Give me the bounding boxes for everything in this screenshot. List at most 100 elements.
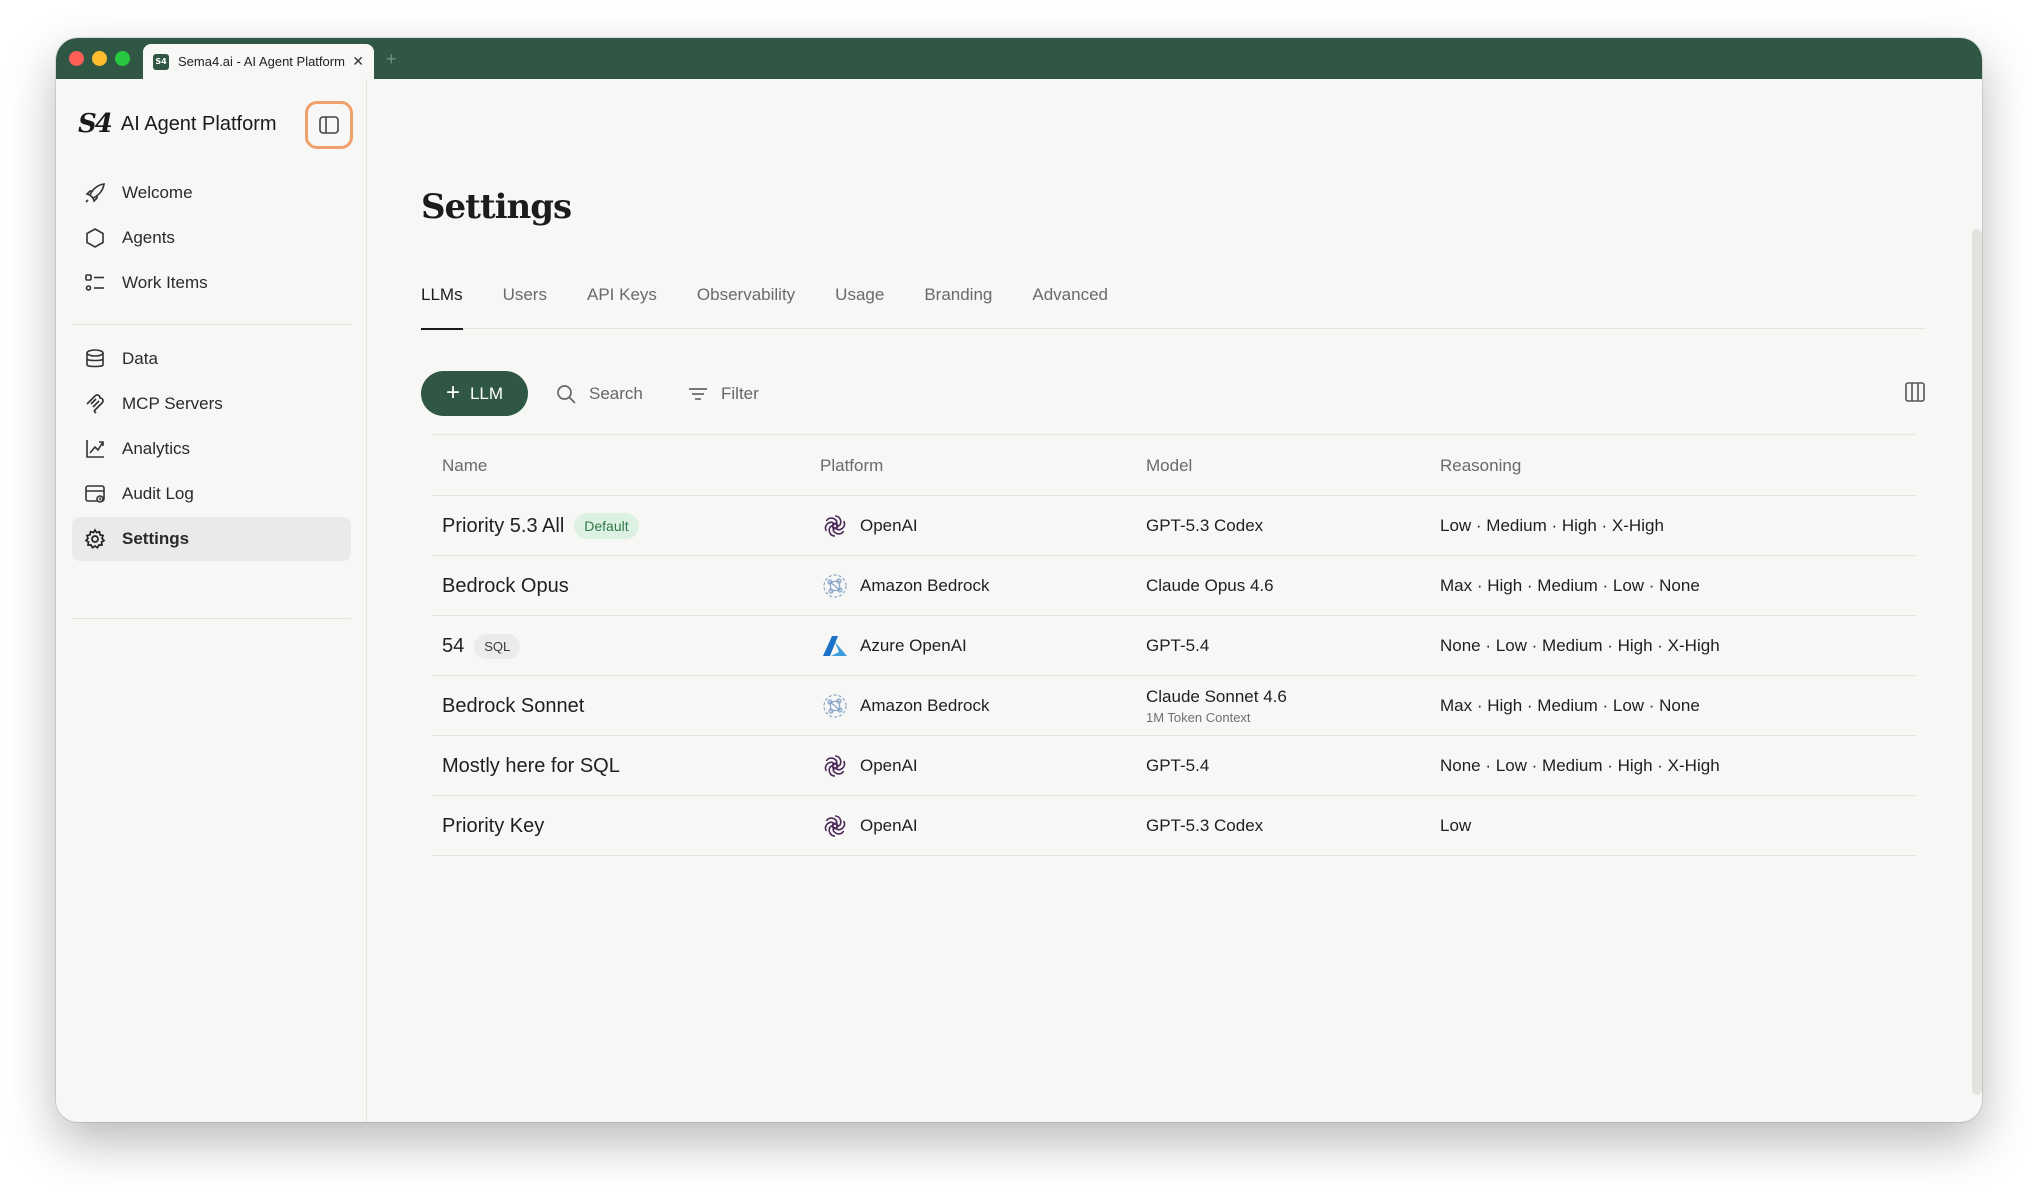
close-window-button[interactable]	[69, 51, 84, 66]
favicon-icon: S4	[153, 53, 169, 70]
hexagon-icon	[84, 227, 106, 249]
add-llm-button[interactable]: + LLM	[421, 371, 528, 416]
platform-name: Amazon Bedrock	[860, 696, 990, 715]
model-name: GPT-5.3 Codex	[1146, 816, 1264, 835]
tab-observability[interactable]: Observability	[697, 285, 795, 329]
table-row[interactable]: Bedrock Opus Amazon Bedrock Claude Opus …	[432, 556, 1916, 616]
sidebar-item-label: Analytics	[122, 439, 191, 458]
table-row[interactable]: Priority 5.3 All Default OpenAI GPT-5.3 …	[432, 496, 1916, 556]
sidebar-item-label: Welcome	[122, 183, 193, 202]
nav-group-secondary: Data MCP Servers Analytics Audit Log Set…	[72, 337, 351, 562]
search-button[interactable]: Search	[555, 371, 643, 416]
filter-label: Filter	[721, 383, 759, 403]
brand[interactable]: S4 AI Agent Platform	[78, 109, 277, 139]
sidebar: S4 AI Agent Platform Welcome Agents Work…	[56, 79, 367, 1122]
nav-divider	[72, 618, 351, 619]
llm-name: Bedrock Opus	[442, 574, 569, 597]
row-name-cell: Mostly here for SQL	[442, 736, 620, 796]
browser-titlebar: S4 Sema4.ai - AI Agent Platform ✕ +	[56, 38, 1982, 79]
sidebar-item-label: Audit Log	[122, 484, 194, 503]
row-platform-cell: OpenAI	[820, 796, 918, 856]
llm-table: Name Platform Model Reasoning Priority 5…	[432, 434, 1916, 856]
amazon-bedrock-icon	[820, 571, 850, 601]
tab-branding[interactable]: Branding	[924, 285, 992, 329]
table-toolbar: + LLM Search Filter	[421, 371, 1926, 417]
row-reasoning-cell: None · Low · Medium · High · X-High	[1440, 636, 1720, 655]
new-tab-button[interactable]: +	[386, 49, 397, 70]
page-title: Settings	[421, 187, 572, 227]
row-model-cell: Claude Opus 4.6	[1146, 556, 1274, 616]
row-platform-cell: OpenAI	[820, 496, 918, 556]
amazon-bedrock-icon	[820, 691, 850, 721]
row-model-cell: GPT-5.4	[1146, 736, 1209, 796]
list-icon	[84, 272, 106, 294]
mcp-icon	[84, 393, 106, 415]
sidebar-item-work-items[interactable]: Work Items	[72, 261, 351, 305]
settings-tabs: LLMs Users API Keys Observability Usage …	[421, 285, 1926, 330]
row-reasoning-cell: Max · High · Medium · Low · None	[1440, 696, 1700, 715]
database-icon	[84, 348, 106, 370]
columns-button[interactable]	[1904, 381, 1926, 408]
tab-users[interactable]: Users	[503, 285, 547, 329]
sidebar-item-label: Work Items	[122, 273, 208, 292]
browser-tab[interactable]: S4 Sema4.ai - AI Agent Platform ✕	[143, 44, 374, 79]
table-row[interactable]: 54 SQL Azure OpenAI GPT-5.4 None · Low ·…	[432, 616, 1916, 676]
gear-icon	[84, 528, 106, 550]
row-name-cell: Bedrock Sonnet	[442, 676, 584, 736]
sidebar-item-analytics[interactable]: Analytics	[72, 427, 351, 471]
maximize-window-button[interactable]	[115, 51, 130, 66]
header-reasoning[interactable]: Reasoning	[1440, 456, 1521, 476]
header-platform[interactable]: Platform	[820, 456, 883, 476]
audit-icon	[84, 483, 106, 505]
row-platform-cell: Amazon Bedrock	[820, 676, 989, 736]
filter-button[interactable]: Filter	[687, 371, 759, 416]
row-model-cell: GPT-5.3 Codex	[1146, 796, 1263, 856]
tab-close-icon[interactable]: ✕	[352, 53, 364, 70]
tab-advanced[interactable]: Advanced	[1032, 285, 1108, 329]
sidebar-item-welcome[interactable]: Welcome	[72, 171, 351, 215]
rocket-icon	[84, 182, 106, 204]
header-model[interactable]: Model	[1146, 456, 1192, 476]
header-name[interactable]: Name	[442, 456, 487, 476]
nav-divider	[72, 324, 351, 325]
llm-name: Mostly here for SQL	[442, 754, 620, 777]
sql-badge: SQL	[474, 633, 521, 659]
brand-logo: S4	[78, 109, 113, 139]
tab-api-keys[interactable]: API Keys	[587, 285, 657, 329]
sidebar-item-audit-log[interactable]: Audit Log	[72, 472, 351, 516]
model-name: GPT-5.3 Codex	[1146, 516, 1264, 535]
platform-name: Azure OpenAI	[860, 636, 967, 655]
minimize-window-button[interactable]	[92, 51, 107, 66]
row-name-cell: Priority 5.3 All Default	[442, 496, 639, 556]
model-name: Claude Opus 4.6	[1146, 576, 1274, 595]
add-llm-label: LLM	[469, 383, 504, 403]
row-reasoning-cell: Low	[1440, 816, 1472, 835]
sidebar-item-settings[interactable]: Settings	[72, 517, 351, 561]
sidebar-item-agents[interactable]: Agents	[72, 216, 351, 260]
tab-usage[interactable]: Usage	[835, 285, 884, 329]
table-row[interactable]: Mostly here for SQL OpenAI GPT-5.4 None …	[432, 736, 1916, 796]
platform-name: OpenAI	[860, 516, 918, 535]
row-name-cell: Bedrock Opus	[442, 556, 569, 616]
llm-name: 54	[442, 634, 465, 657]
row-reasoning-cell: None · Low · Medium · High · X-High	[1440, 756, 1720, 775]
sidebar-item-label: Data	[122, 349, 158, 368]
filter-icon	[687, 383, 709, 405]
plus-icon: +	[445, 378, 460, 406]
scrollbar[interactable]	[1972, 229, 1982, 1095]
platform-name: OpenAI	[860, 816, 918, 835]
table-row[interactable]: Priority Key OpenAI GPT-5.3 Codex Low	[432, 796, 1916, 856]
table-row[interactable]: Bedrock Sonnet Amazon Bedrock Claude Son…	[432, 676, 1916, 736]
collapse-sidebar-button[interactable]	[305, 101, 353, 149]
row-reasoning-cell: Max · High · Medium · Low · None	[1440, 576, 1700, 595]
tab-llms[interactable]: LLMs	[421, 285, 463, 330]
openai-icon	[820, 811, 850, 841]
llm-name: Priority Key	[442, 814, 545, 837]
sidebar-item-data[interactable]: Data	[72, 337, 351, 381]
row-name-cell: Priority Key	[442, 796, 544, 856]
default-badge: Default	[574, 513, 639, 539]
sidebar-item-mcp-servers[interactable]: MCP Servers	[72, 382, 351, 426]
chart-icon	[84, 438, 106, 460]
search-icon	[555, 383, 577, 405]
columns-icon	[1905, 382, 1925, 402]
